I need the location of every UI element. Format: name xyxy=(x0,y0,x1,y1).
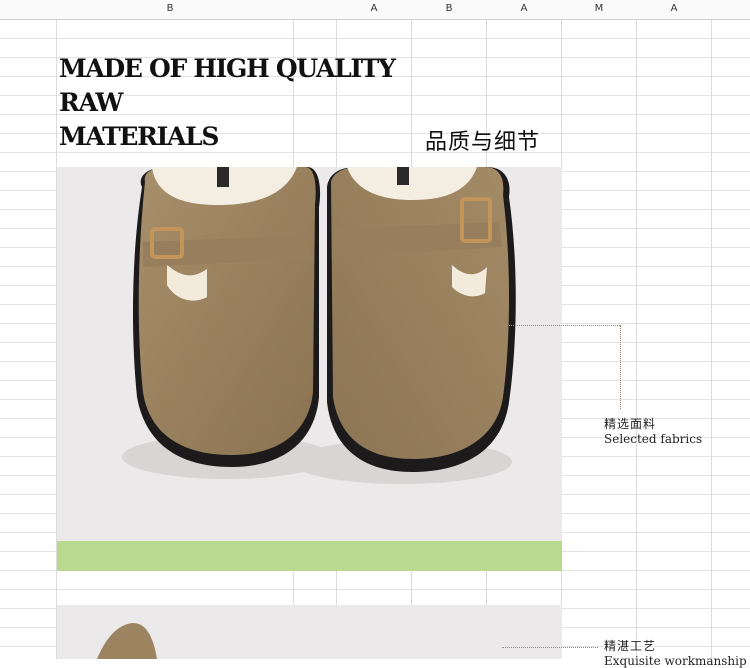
callout-label-cn-2: 精湛工艺 xyxy=(604,639,657,653)
clog-photo xyxy=(57,167,562,541)
green-accent-band xyxy=(57,541,562,571)
heading-line-1: MADE OF HIGH QUALITY xyxy=(59,54,396,83)
callout-leader-2 xyxy=(502,647,598,648)
clog-photo-detail-icon xyxy=(97,622,157,659)
column-header-b2[interactable]: B xyxy=(439,3,459,14)
heading-line-2: RAW xyxy=(59,88,123,117)
column-header-b[interactable]: B xyxy=(160,3,180,14)
page-heading: MADE OF HIGH QUALITY RAW MATERIALS xyxy=(59,52,419,154)
callout-label-cn-1: 精选面料 xyxy=(604,417,657,431)
column-header-m[interactable]: M xyxy=(589,3,609,14)
clog-photo-detail xyxy=(57,605,562,659)
column-header-bar: B A B A M A xyxy=(0,0,750,20)
column-header-a[interactable]: A xyxy=(364,3,384,14)
column-header-a3[interactable]: A xyxy=(664,3,684,14)
callout-leader-1-vertical xyxy=(620,325,621,409)
column-header-a2[interactable]: A xyxy=(514,3,534,14)
callout-label-en-2: Exquisite workmanship xyxy=(604,654,747,668)
clog-photo-icon xyxy=(122,167,516,484)
callout-leader-1 xyxy=(502,325,620,326)
cn-section-title: 品质与细节 xyxy=(425,130,541,155)
callout-label-en-1: Selected fabrics xyxy=(604,432,703,446)
heading-line-3: MATERIALS xyxy=(59,122,219,151)
